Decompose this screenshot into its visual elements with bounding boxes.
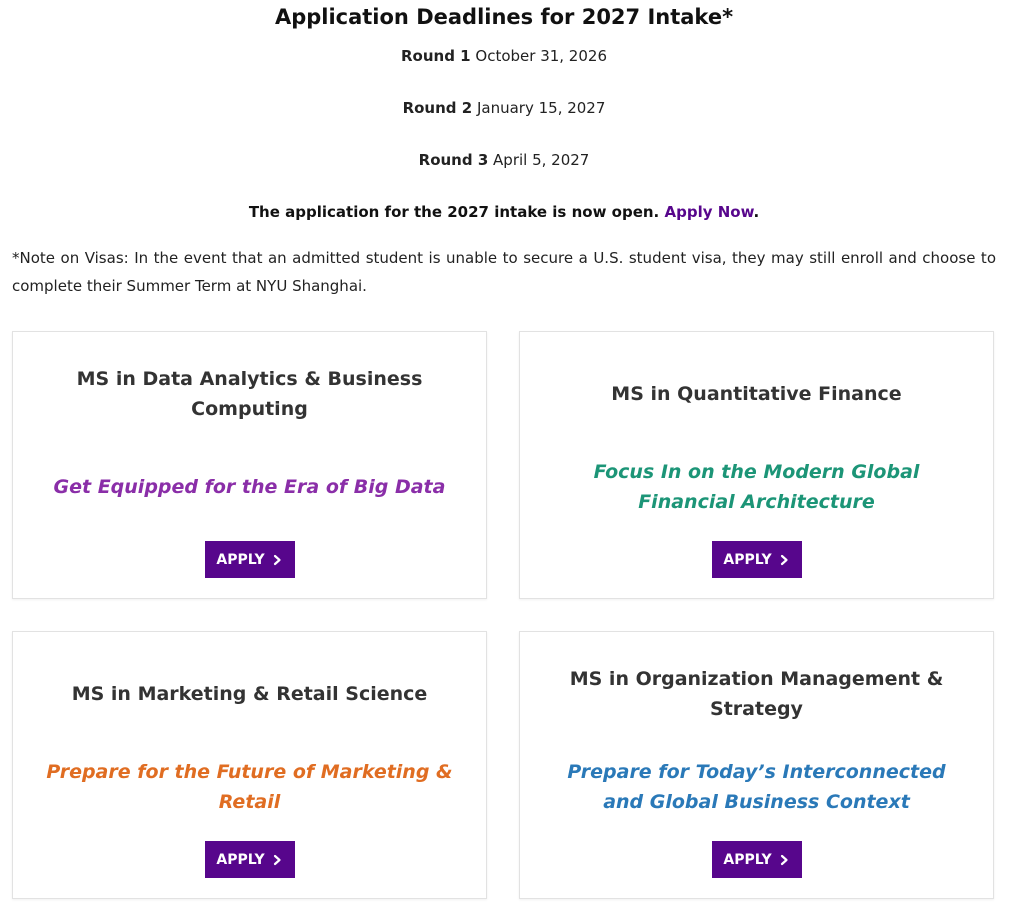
round-date: October 31, 2026 <box>475 47 607 65</box>
round-date: April 5, 2027 <box>493 151 590 169</box>
round-2-deadline: Round 2 January 15, 2027 <box>12 98 996 118</box>
apply-button-label: APPLY <box>216 551 265 568</box>
open-notice-text: The application for the 2027 intake is n… <box>248 203 660 221</box>
apply-button[interactable]: APPLY <box>204 841 295 878</box>
chevron-right-icon <box>780 854 788 865</box>
apply-now-link[interactable]: Apply Now <box>664 203 753 221</box>
program-grid: MS in Data Analytics & Business Computin… <box>12 331 996 901</box>
apply-button[interactable]: APPLY <box>711 841 802 878</box>
program-tagline: Prepare for Today’s Interconnected and G… <box>567 761 946 813</box>
program-title: MS in Marketing & Retail Science <box>71 683 428 705</box>
apply-button-label: APPLY <box>723 551 772 568</box>
page-content: Application Deadlines for 2027 Intake* R… <box>12 0 996 899</box>
chevron-right-icon <box>780 554 788 565</box>
apply-button[interactable]: APPLY <box>204 541 295 578</box>
visa-note: *Note on Visas: In the event that an adm… <box>12 249 996 295</box>
program-card-organization-management: MS in Organization Management & Strategy… <box>519 631 994 899</box>
round-label: Round 2 <box>402 99 473 117</box>
program-title: MS in Quantitative Finance <box>611 383 902 405</box>
program-card-quantitative-finance: MS in Quantitative Finance Focus In on t… <box>519 331 994 599</box>
round-3-deadline: Round 3 April 5, 2027 <box>12 150 996 170</box>
page-title: Application Deadlines for 2027 Intake* <box>274 5 734 29</box>
apply-button-label: APPLY <box>723 851 772 868</box>
round-1-deadline: Round 1 October 31, 2026 <box>12 46 996 66</box>
program-title: MS in Data Analytics & Business Computin… <box>76 368 423 420</box>
round-date: January 15, 2027 <box>476 99 606 117</box>
program-tagline: Prepare for the Future of Marketing & Re… <box>46 761 453 813</box>
open-notice-suffix: . <box>753 203 760 221</box>
chevron-right-icon <box>273 554 281 565</box>
round-label: Round 3 <box>418 151 489 169</box>
application-open-notice: The application for the 2027 intake is n… <box>12 202 996 222</box>
program-card-data-analytics: MS in Data Analytics & Business Computin… <box>12 331 487 599</box>
program-tagline: Get Equipped for the Era of Big Data <box>53 476 446 498</box>
program-card-marketing-retail: MS in Marketing & Retail Science Prepare… <box>12 631 487 899</box>
chevron-right-icon <box>273 854 281 865</box>
apply-button-label: APPLY <box>216 851 265 868</box>
apply-button[interactable]: APPLY <box>711 541 802 578</box>
program-tagline: Focus In on the Modern Global Financial … <box>593 461 920 513</box>
round-label: Round 1 <box>401 47 471 65</box>
program-title: MS in Organization Management & Strategy <box>569 668 944 720</box>
